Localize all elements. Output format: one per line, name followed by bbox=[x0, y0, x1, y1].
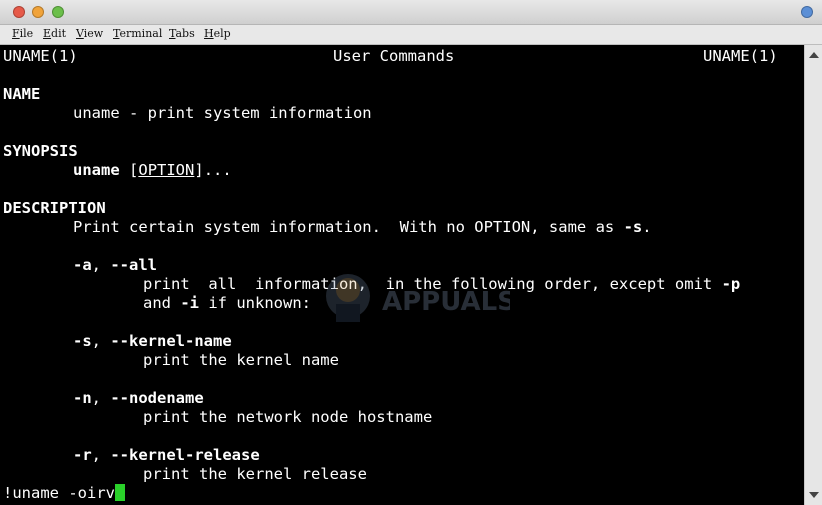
description-suffix: . bbox=[642, 218, 652, 236]
option-nodename: -n, --nodename bbox=[73, 389, 204, 407]
menu-view[interactable]: View bbox=[76, 27, 103, 40]
maximize-window-button[interactable] bbox=[52, 6, 64, 18]
option-kernel-release: -r, --kernel-release bbox=[73, 446, 260, 464]
watermark-text: APPUALS bbox=[382, 287, 510, 317]
close-window-button[interactable] bbox=[13, 6, 25, 18]
option-all-desc-line2: and -i if unknown: bbox=[143, 294, 311, 313]
section-description-heading: DESCRIPTION bbox=[3, 199, 106, 217]
command-prompt[interactable]: !uname -oirv bbox=[3, 484, 125, 503]
command-input-text[interactable]: !uname -oirv bbox=[3, 484, 115, 502]
menu-file[interactable]: File bbox=[12, 27, 33, 40]
synopsis-bracket-open: [ bbox=[129, 161, 139, 179]
title-bar[interactable] bbox=[0, 0, 822, 25]
option-s-long: --kernel-name bbox=[110, 332, 232, 350]
vertical-scrollbar[interactable] bbox=[804, 45, 822, 505]
option-kernel-release-desc: print the kernel release bbox=[143, 465, 367, 483]
description-prefix: Print certain system information. With n… bbox=[73, 218, 624, 236]
man-header-left: UNAME(1) bbox=[3, 47, 78, 65]
section-synopsis-heading: SYNOPSIS bbox=[3, 142, 78, 160]
option-r-long: --kernel-release bbox=[110, 446, 260, 464]
option-s-short: -s bbox=[73, 332, 92, 350]
description-text: Print certain system information. With n… bbox=[73, 218, 652, 237]
man-header-center: User Commands bbox=[333, 47, 455, 65]
terminal-window: File Edit View Terminal Tabs Help UNAME(… bbox=[0, 0, 822, 505]
menu-tabs[interactable]: Tabs bbox=[169, 27, 195, 40]
option-all-desc1-flag: -p bbox=[721, 275, 741, 293]
scroll-up-arrow-icon[interactable] bbox=[809, 52, 819, 58]
option-n-short: -n bbox=[73, 389, 92, 407]
option-all-desc2-flag: -i bbox=[180, 294, 199, 312]
terminal-output[interactable]: UNAME(1) User Commands UNAME(1) NAME una… bbox=[0, 45, 804, 505]
window-menu-button[interactable] bbox=[801, 6, 813, 18]
description-flag: -s bbox=[623, 218, 643, 236]
text-cursor bbox=[114, 484, 125, 501]
menu-terminal[interactable]: Terminal bbox=[113, 27, 162, 40]
option-n-long: --nodename bbox=[110, 389, 204, 407]
option-nodename-desc: print the network node hostname bbox=[143, 408, 433, 426]
menu-edit[interactable]: Edit bbox=[43, 27, 66, 40]
option-r-short: -r bbox=[73, 446, 92, 464]
menu-help[interactable]: Help bbox=[204, 27, 231, 40]
section-name-heading: NAME bbox=[3, 85, 41, 103]
menu-bar: File Edit View Terminal Tabs Help bbox=[0, 25, 822, 45]
option-all: -a, --all bbox=[73, 256, 158, 274]
option-all-short: -a bbox=[73, 256, 92, 274]
option-all-desc2-suffix: if unknown: bbox=[199, 294, 311, 312]
man-header-right: UNAME(1) bbox=[703, 47, 778, 65]
option-all-desc2-and: and bbox=[143, 294, 181, 312]
option-all-long: --all bbox=[110, 256, 158, 274]
synopsis-line: uname [OPTION]... bbox=[73, 161, 232, 180]
option-kernel-name-desc: print the kernel name bbox=[143, 351, 339, 369]
synopsis-option: OPTION bbox=[138, 161, 195, 179]
name-description: uname - print system information bbox=[73, 104, 372, 122]
option-kernel-name: -s, --kernel-name bbox=[73, 332, 232, 350]
minimize-window-button[interactable] bbox=[32, 6, 44, 18]
appuals-watermark-logo: APPUALS bbox=[326, 274, 510, 322]
synopsis-tail: ]... bbox=[194, 161, 232, 179]
scroll-down-arrow-icon[interactable] bbox=[809, 492, 819, 498]
synopsis-command: uname bbox=[73, 161, 120, 179]
